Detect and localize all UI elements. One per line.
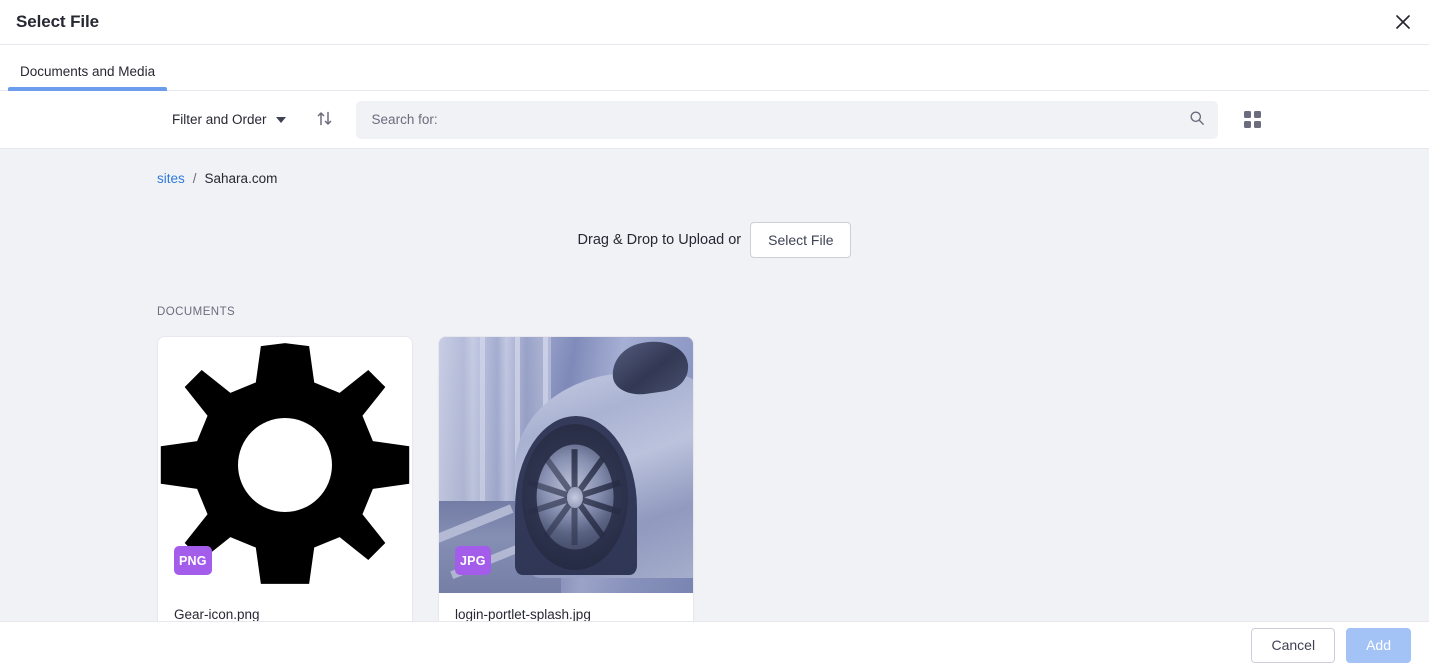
tab-documents-and-media[interactable]: Documents and Media (8, 63, 168, 91)
breadcrumb-item-current: Sahara.com (204, 171, 278, 186)
close-button[interactable] (1387, 6, 1419, 38)
file-type-badge: PNG (174, 546, 212, 575)
file-card-grid: PNG Gear-icon.png JPG login-portlet-spla… (0, 318, 1429, 621)
modal-footer: Cancel Add (0, 621, 1429, 669)
breadcrumb-item-sites[interactable]: sites (157, 171, 185, 186)
grid-view-icon (1244, 111, 1262, 128)
toolbar: Filter and Order (0, 91, 1429, 149)
search-container (355, 100, 1218, 139)
sort-arrows-icon (316, 110, 333, 130)
dropzone-label: Drag & Drop to Upload or (577, 232, 742, 248)
section-heading-documents: DOCUMENTS (157, 306, 236, 318)
file-thumbnail: JPG (439, 337, 693, 593)
add-button[interactable]: Add (1346, 628, 1411, 663)
search-submit-button[interactable] (1182, 105, 1212, 135)
breadcrumb-separator: / (192, 171, 197, 186)
file-type-badge: JPG (455, 546, 491, 575)
search-input[interactable] (355, 100, 1218, 139)
grid-view-toggle-button[interactable] (1236, 103, 1270, 137)
filter-and-order-dropdown[interactable]: Filter and Order (166, 108, 292, 131)
file-name: Gear-icon.png (174, 607, 260, 621)
cancel-button[interactable]: Cancel (1251, 628, 1336, 663)
file-thumbnail: PNG (158, 337, 412, 593)
select-file-button[interactable]: Select File (750, 222, 852, 258)
close-icon (1395, 14, 1411, 30)
file-card[interactable]: JPG login-portlet-splash.jpg (438, 336, 694, 621)
page-title: Select File (16, 12, 99, 31)
tab-label: Documents and Media (20, 63, 156, 79)
file-card[interactable]: PNG Gear-icon.png (157, 336, 413, 621)
filter-and-order-label: Filter and Order (172, 112, 267, 127)
chevron-down-icon (275, 116, 286, 123)
upload-dropzone[interactable]: Drag & Drop to Upload or Select File (0, 222, 1429, 258)
file-name: login-portlet-splash.jpg (455, 607, 591, 621)
modal-body: sites / Sahara.com Drag & Drop to Upload… (0, 149, 1429, 621)
breadcrumb: sites / Sahara.com (0, 149, 1429, 186)
sort-direction-button[interactable] (308, 103, 342, 137)
search-icon (1189, 110, 1205, 129)
select-file-modal: Select File Documents and Media Filter a… (0, 0, 1429, 669)
modal-header: Select File (0, 0, 1429, 45)
tab-bar: Documents and Media (0, 45, 1429, 91)
